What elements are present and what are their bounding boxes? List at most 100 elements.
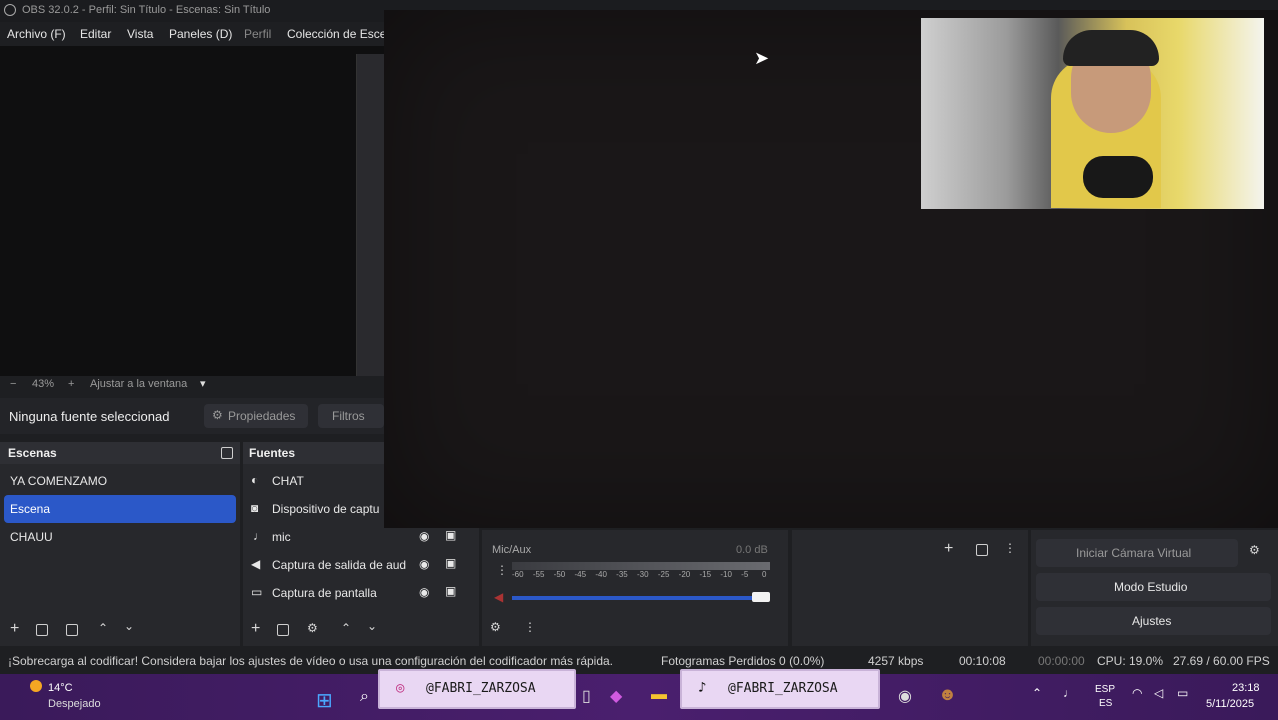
scene-item-selected[interactable]: Escena [4,495,236,523]
arrow-down-icon[interactable]: ⌄ [124,619,134,633]
clock-date[interactable]: 5/11/2025 [1206,698,1254,710]
bitrate: 4257 kbps [868,654,924,668]
encoder-warning: ¡Sobrecarga al codificar! Considera baja… [8,654,614,668]
menu-vista[interactable]: Vista [127,27,153,41]
meter-tick-label: -5 [741,570,749,579]
source-label: Dispositivo de captu [272,502,380,516]
weather-temp: 14°C [48,682,73,694]
taskbar: 14°C Despejado ⊞ ⌕ ◎ @FABRI_ZARZOSA ▯ ◆ … [0,669,1278,720]
kebab-icon[interactable]: ⋮ [524,620,536,634]
properties-label: Propiedades [228,409,296,423]
gear-icon: ⚙ [212,408,223,422]
tray-chevron-up-icon[interactable]: ⌃ [1032,686,1042,700]
zoom-out-button[interactable]: − [10,378,16,390]
cpu-usage: CPU: 19.0% [1097,654,1164,668]
browser-icon: ◐ [251,473,259,487]
arrow-down-icon[interactable]: ⌄ [367,619,377,633]
camera-icon: ◙ [251,501,259,515]
volume-meter [512,562,770,570]
preview-thumbnail [356,54,385,376]
clock-time[interactable]: 23:18 [1232,682,1260,694]
studio-mode-button[interactable]: Modo Estudio [1036,573,1271,601]
virtual-camera-button[interactable]: Iniciar Cámara Virtual [1036,539,1238,567]
advanced-audio-icon[interactable]: ⚙ [490,620,501,634]
status-bar: ¡Sobrecarga al codificar! Considera baja… [0,648,1278,674]
volume-slider-handle[interactable] [752,592,770,602]
chevron-down-icon[interactable]: ▾ [200,377,206,390]
menu-editar[interactable]: Editar [80,27,111,41]
gear-icon[interactable]: ⚙ [1249,543,1260,557]
filter-icon[interactable] [66,624,78,636]
trash-icon[interactable] [36,624,48,636]
arrow-up-icon[interactable]: ⌃ [341,621,351,635]
lock-icon[interactable]: ▣ [445,556,456,570]
properties-button[interactable]: ⚙ Propiedades [204,404,308,428]
lock-icon[interactable]: ▣ [445,584,456,598]
wifi-icon[interactable]: ◠ [1132,686,1142,700]
search-icon[interactable]: ⌕ [360,688,369,706]
add-scene-icon[interactable]: + [10,620,19,638]
meter-tick-label: -15 [699,570,712,579]
scene-item[interactable]: YA COMENZAMO [4,467,236,495]
add-icon[interactable]: + [944,540,953,558]
kebab-icon[interactable]: ⋮ [496,563,508,577]
stream-time: 00:10:08 [959,654,1006,668]
sources-footer: + ⚙ ⌃ ⌄ [243,616,479,644]
eye-icon[interactable]: ◉ [419,557,429,571]
source-label: Captura de pantalla [272,586,377,600]
menu-perfil[interactable]: Perfil [244,27,271,41]
menu-archivo[interactable]: Archivo (F) [7,27,66,41]
folder-icon[interactable]: ▬ [651,686,667,704]
mute-icon[interactable]: ◀ [494,590,503,604]
monitor-icon: ▭ [251,585,263,599]
battery-icon[interactable]: ▭ [1177,686,1188,700]
preview-canvas[interactable] [0,46,385,376]
source-item[interactable]: ▭ Captura de pantalla ◉ ▣ [247,579,475,607]
menu-paneles[interactable]: Paneles (D) [169,27,232,41]
undock-icon[interactable] [221,447,233,459]
volume-slider-track[interactable] [512,596,758,600]
weather-icon [30,680,42,692]
kebab-icon[interactable]: ⋮ [1004,541,1016,555]
scenes-footer: + ⌃ ⌄ [0,616,240,644]
meter-tick-label: -45 [574,570,587,579]
copilot-icon[interactable]: ◆ [610,686,622,706]
meter-tick-label: -20 [678,570,691,579]
meter-tick-label: -55 [532,570,545,579]
app-icon[interactable]: ▯ [582,686,591,706]
gear-icon[interactable]: ⚙ [307,621,318,635]
source-label: mic [272,530,291,544]
windows-start-icon[interactable]: ⊞ [316,688,333,713]
volume-icon[interactable]: ◁ [1154,686,1163,700]
scene-item[interactable]: CHAUU [4,523,236,551]
trash-icon[interactable] [976,544,988,556]
lock-icon[interactable]: ▣ [445,528,456,542]
zoom-fit-select[interactable]: Ajustar a la ventana [90,378,187,390]
microphone-icon[interactable]: ♩ [1063,686,1075,700]
scenes-panel: Escenas YA COMENZAMO Escena CHAUU + ⌃ ⌄ [0,442,240,646]
zoom-bar: − 43% + Ajustar a la ventana ▾ [0,376,384,394]
game-app-icon[interactable]: ☻ [938,684,957,705]
eye-icon[interactable]: ◉ [419,529,429,543]
menu-coleccion[interactable]: Colección de Esce [287,27,386,41]
instagram-icon: ◎ [396,680,405,696]
mixer-db-value: 0.0 dB [736,544,768,556]
meter-tick-label: -50 [553,570,566,579]
mixer-channel-label: Mic/Aux [492,544,532,556]
arrow-up-icon[interactable]: ⌃ [98,621,108,635]
eye-icon[interactable]: ◉ [419,585,429,599]
settings-button[interactable]: Ajustes [1036,607,1271,635]
language-primary[interactable]: ESP [1095,684,1115,695]
chat-app-icon[interactable]: ◉ [898,686,912,706]
scenes-title: Escenas [8,446,57,460]
add-source-icon[interactable]: + [251,620,260,638]
fps: 27.69 / 60.00 FPS [1173,654,1270,668]
meter-tick-label: -40 [595,570,607,579]
source-item[interactable]: ◀ Captura de salida de aud ◉ ▣ [247,551,475,579]
trash-icon[interactable] [277,624,289,636]
filters-button[interactable]: Filtros [318,404,384,428]
sources-title: Fuentes [249,446,296,460]
tiktok-icon: ♪ [698,680,707,696]
zoom-in-button[interactable]: + [68,378,74,390]
meter-tick-label: -35 [616,570,628,579]
